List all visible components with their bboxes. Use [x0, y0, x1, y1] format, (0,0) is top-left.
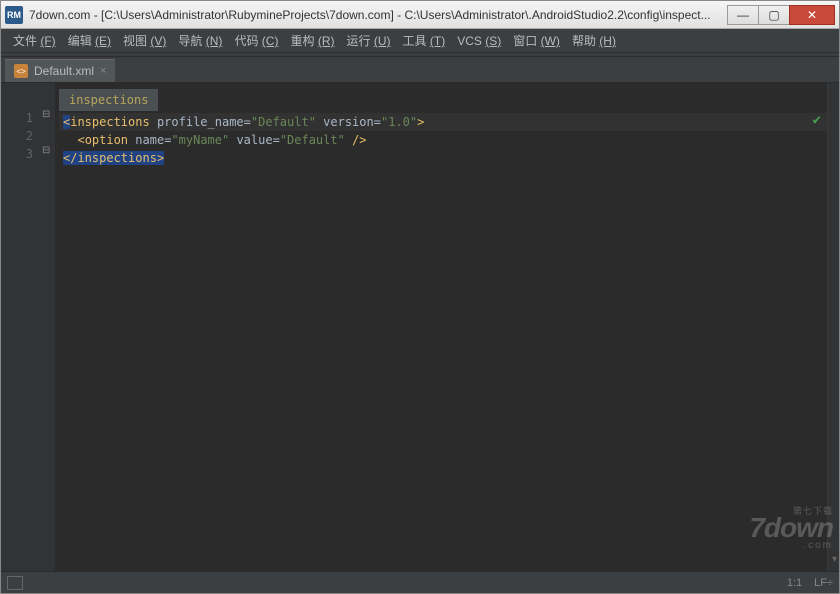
code-line[interactable]: </inspections> [59, 149, 827, 167]
menu-run[interactable]: 运行 (U) [341, 29, 397, 52]
line-gutter: 1 2 3 [1, 83, 41, 571]
window-title: 7down.com - [C:\Users\Administrator\Ruby… [29, 8, 728, 22]
menu-vcs[interactable]: VCS (S) [451, 31, 507, 51]
close-button[interactable]: ✕ [789, 5, 835, 25]
tab-default-xml[interactable]: <> Default.xml × [5, 59, 115, 82]
menu-view[interactable]: 视图 (V) [117, 29, 172, 52]
fold-gutter[interactable]: ⊟ ⊟ [41, 83, 55, 571]
menu-navigate[interactable]: 导航 (N) [172, 29, 228, 52]
menu-file[interactable]: 文件 (F) [7, 29, 62, 52]
editor-area: 1 2 3 ⊟ ⊟ inspections <inspections profi… [1, 83, 839, 571]
code-line[interactable]: <option name="myName" value="Default" /> [59, 131, 827, 149]
fold-open-icon[interactable]: ⊟ [42, 109, 50, 120]
menu-bar: 文件 (F) 编辑 (E) 视图 (V) 导航 (N) 代码 (C) 重构 (R… [1, 29, 839, 53]
line-separator[interactable]: LF÷ [814, 577, 833, 589]
maximize-button[interactable]: ▢ [758, 5, 790, 25]
minimize-button[interactable]: — [727, 5, 759, 25]
code-line[interactable]: <inspections profile_name="Default" vers… [59, 113, 827, 131]
line-number: 1 [1, 109, 33, 127]
xml-file-icon: <> [14, 64, 28, 78]
inspection-ok-icon: ✔ [813, 111, 821, 129]
statusbar-toggle-icon[interactable] [7, 576, 23, 590]
menu-tools[interactable]: 工具 (T) [397, 29, 452, 52]
line-number: 2 [1, 127, 33, 145]
menu-help[interactable]: 帮助 (H) [566, 29, 622, 52]
scroll-hint-icon: ▾ [832, 554, 837, 565]
tab-label: Default.xml [34, 64, 94, 78]
line-number: 3 [1, 145, 33, 163]
error-stripe[interactable]: ▾ [827, 83, 839, 571]
code-editor[interactable]: inspections <inspections profile_name="D… [55, 83, 827, 571]
tab-close-icon[interactable]: × [100, 65, 106, 77]
editor-tabs: <> Default.xml × [1, 57, 839, 83]
app-icon: RM [5, 6, 23, 24]
status-bar: 1:1 LF÷ [1, 571, 839, 593]
menu-code[interactable]: 代码 (C) [228, 29, 284, 52]
fold-close-icon[interactable]: ⊟ [42, 145, 50, 156]
menu-window[interactable]: 窗口 (W) [507, 29, 566, 52]
menu-refactor[interactable]: 重构 (R) [284, 29, 340, 52]
breadcrumb[interactable]: inspections [59, 89, 158, 111]
window-titlebar[interactable]: RM 7down.com - [C:\Users\Administrator\R… [1, 1, 839, 29]
cursor-position: 1:1 [787, 577, 802, 589]
menu-edit[interactable]: 编辑 (E) [62, 29, 117, 52]
